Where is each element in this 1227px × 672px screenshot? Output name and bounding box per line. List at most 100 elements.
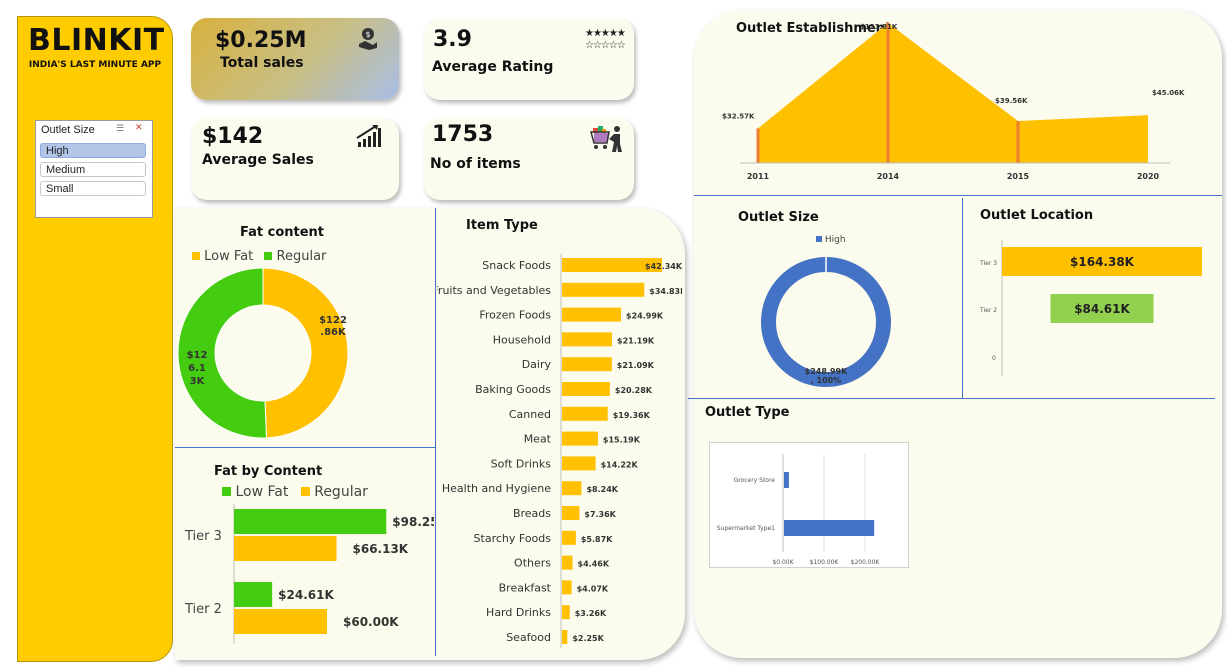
right-divider-top bbox=[694, 195, 1222, 196]
item-type-bar bbox=[562, 630, 568, 644]
slicer-item-high[interactable]: High bbox=[40, 143, 146, 158]
total-sales-label: Total sales bbox=[220, 55, 304, 71]
item-type-bar bbox=[562, 555, 573, 570]
item-type-chart: Snack Foods $42.34K Fruits and Vegetables $… bbox=[437, 254, 682, 648]
middle-divider-horizontal bbox=[175, 447, 435, 448]
establishment-year-label: 2020 bbox=[1137, 172, 1160, 181]
slicer-item-medium[interactable]: Medium bbox=[40, 162, 146, 177]
fat-by-content-category: Tier 2 bbox=[184, 602, 222, 617]
legend-swatch-high bbox=[816, 236, 822, 242]
location-tick-label: 0 bbox=[992, 355, 996, 362]
slicer-item-small[interactable]: Small bbox=[40, 181, 146, 196]
shopping-cart-icon bbox=[590, 126, 622, 152]
item-type-value-label: $15.19K bbox=[603, 436, 641, 445]
item-type-category: Hard Drinks bbox=[486, 606, 551, 619]
establishment-year-label: 2015 bbox=[1007, 172, 1030, 181]
kpi-total-sales: $0.25M Total sales $ bbox=[191, 18, 399, 100]
establishment-area bbox=[758, 23, 1148, 163]
legend-swatch-regular bbox=[300, 487, 310, 496]
outlet-size-value-label: , 100% bbox=[811, 376, 842, 385]
item-type-value-label: $24.99K bbox=[626, 312, 664, 321]
fat-slice-label-0: $122 bbox=[319, 315, 347, 326]
fat-content-title: Fat content bbox=[240, 225, 325, 240]
fat-slice-0 bbox=[262, 268, 349, 439]
item-type-value-label: $34.83K bbox=[649, 287, 682, 296]
stars-icon: ★★★★★ ☆☆☆☆☆ bbox=[585, 28, 626, 51]
multi-select-icon[interactable]: ☰ bbox=[116, 124, 124, 134]
outlet-type-chart: $0.00K $100.00K $200.00K Grocery Store Super… bbox=[717, 454, 880, 566]
legend-label-high: High bbox=[824, 235, 846, 245]
legend-label-regular: Regular bbox=[276, 249, 327, 264]
establishment-value-label: $39.56K bbox=[995, 97, 1028, 105]
establishment-value-label: $131.81K bbox=[860, 23, 898, 31]
item-type-category: Baking Goods bbox=[475, 383, 551, 396]
legend-label-low-fat: Low Fat bbox=[204, 249, 254, 264]
item-type-category: Breakfast bbox=[499, 581, 552, 594]
item-type-value-label: $2.25K bbox=[572, 634, 604, 643]
item-type-title: Item Type bbox=[466, 218, 538, 233]
item-type-category: Seafood bbox=[506, 631, 551, 644]
fat-by-content-bar bbox=[234, 536, 337, 561]
outlet-type-category: Grocery Store bbox=[734, 477, 776, 484]
location-category: Tier 2 bbox=[979, 307, 997, 314]
no-of-items-label: No of items bbox=[430, 156, 521, 172]
fat-content-donut: $122.86K $12 6.1 3K bbox=[177, 268, 349, 439]
establishment-year-label: 2014 bbox=[877, 172, 900, 181]
establishment-year-label: 2011 bbox=[747, 172, 770, 181]
item-type-value-label: $42.34K bbox=[645, 262, 682, 271]
item-type-value-label: $20.28K bbox=[615, 386, 653, 395]
fat-slice-label-1: 3K bbox=[190, 376, 206, 387]
location-value-label: $164.38K bbox=[1070, 255, 1135, 269]
brand-tagline: INDIA'S LAST MINUTE APP bbox=[28, 60, 162, 70]
item-type-bar bbox=[562, 605, 570, 620]
average-rating-value: 3.9 bbox=[433, 27, 472, 52]
total-sales-value: $0.25M bbox=[215, 28, 307, 53]
outlet-size-legend: High bbox=[816, 235, 846, 245]
fat-by-content-category: Tier 3 bbox=[184, 529, 222, 544]
kpi-average-rating: 3.9 Average Rating ★★★★★ ☆☆☆☆☆ bbox=[424, 18, 634, 100]
item-type-bar bbox=[562, 530, 576, 545]
no-of-items-value: 1753 bbox=[432, 122, 494, 147]
fat-by-content-value-label: $24.61K bbox=[278, 588, 334, 602]
fat-slice-label-1: 6.1 bbox=[188, 363, 206, 374]
item-type-category: Others bbox=[514, 557, 551, 570]
outlet-location-chart: Tier 3 $164.38K Tier 2 $84.61K 0 bbox=[979, 240, 1202, 376]
item-type-category: Canned bbox=[509, 408, 551, 421]
fat-by-content-value-label: $98.25K bbox=[392, 515, 434, 529]
money-hand-icon: $ bbox=[359, 28, 377, 50]
item-type-bar bbox=[562, 282, 645, 297]
fat-slice-label-0: .86K bbox=[320, 327, 347, 338]
outlet-size-title: Outlet Size bbox=[738, 210, 819, 225]
item-type-bar bbox=[562, 456, 596, 471]
item-type-bar bbox=[562, 307, 622, 322]
fat-content-legend: Low Fat Regular bbox=[192, 249, 326, 264]
kpi-average-sales: $142 Average Sales bbox=[191, 118, 399, 200]
right-divider-middle bbox=[688, 398, 1215, 399]
fat-by-content-bar bbox=[234, 582, 273, 607]
item-type-category: Fruits and Vegetables bbox=[437, 284, 551, 297]
outlet-establishment-chart: $32.57K $131.81K $39.56K $45.06K 2011 2014 201… bbox=[722, 23, 1185, 181]
average-sales-label: Average Sales bbox=[202, 152, 314, 168]
item-type-value-label: $4.07K bbox=[577, 584, 609, 593]
legend-label-regular: Regular bbox=[314, 484, 368, 500]
item-type-category: Breads bbox=[513, 507, 551, 520]
location-category: Tier 3 bbox=[979, 260, 997, 267]
average-sales-value: $142 bbox=[202, 124, 264, 149]
establishment-value-label: $45.06K bbox=[1152, 89, 1185, 97]
item-type-bar bbox=[562, 332, 613, 347]
clear-filter-icon[interactable]: ✕ bbox=[135, 123, 143, 133]
item-type-value-label: $5.87K bbox=[581, 535, 613, 544]
item-type-bar bbox=[562, 431, 598, 446]
item-type-value-label: $4.46K bbox=[578, 560, 610, 569]
outlet-size-donut: $248.99K, 100% bbox=[760, 257, 891, 387]
legend-swatch-regular bbox=[264, 252, 273, 260]
outlet-type-title: Outlet Type bbox=[705, 405, 790, 420]
outlet-type-tick-label: $100.00K bbox=[810, 559, 840, 566]
fat-by-content-value-label: $66.13K bbox=[353, 542, 409, 556]
item-type-bar bbox=[562, 580, 572, 595]
item-type-category: Meat bbox=[524, 433, 552, 446]
sidebar: BLINKIT INDIA'S LAST MINUTE APP Outlet S… bbox=[17, 16, 173, 662]
item-type-value-label: $21.09K bbox=[617, 361, 655, 370]
growth-chart-icon bbox=[356, 125, 381, 147]
item-type-bar bbox=[562, 357, 612, 372]
